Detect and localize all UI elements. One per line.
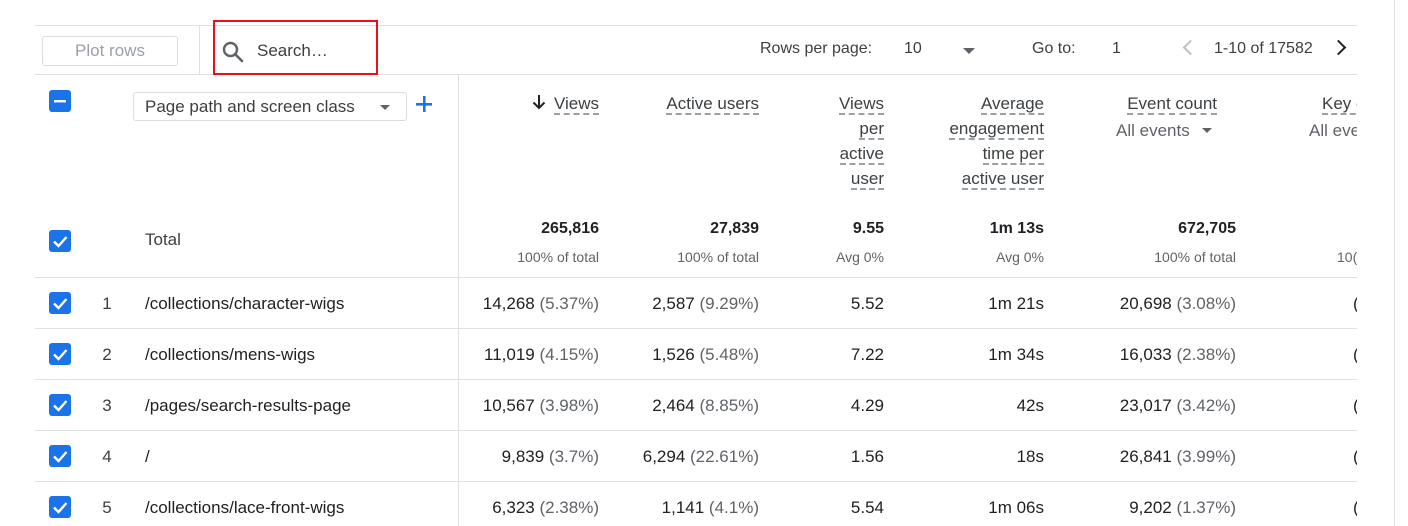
- row-event-count: 16,033 (2.38%): [1119, 345, 1236, 364]
- sort-descending-icon: [532, 95, 546, 110]
- total-views: 265,816: [541, 220, 599, 237]
- row-active-users: 2,464 (8.85%): [652, 396, 759, 415]
- row-event-count: 26,841 (3.99%): [1119, 447, 1236, 466]
- event-filter-dropdown-icon: [1202, 128, 1213, 133]
- col-header-key-events[interactable]: Key e: [1322, 91, 1357, 116]
- row-page-path: /: [145, 447, 150, 466]
- col-header-active-users[interactable]: Active users: [666, 91, 759, 116]
- total-views-sub: 100% of total: [517, 249, 599, 265]
- row-views-per-user: 4.29: [850, 396, 884, 415]
- rows-per-page-dropdown-icon[interactable]: [963, 48, 975, 54]
- total-avg-engagement-sub: Avg 0%: [996, 249, 1044, 265]
- row-page-path: /collections/mens-wigs: [145, 345, 316, 364]
- row-checkbox[interactable]: [49, 445, 71, 467]
- right-scroll-gutter: [1357, 0, 1408, 526]
- row-number: 1: [102, 294, 112, 313]
- search-input[interactable]: [257, 39, 367, 63]
- table-row[interactable]: 2 /collections/mens-wigs 11,019 (4.15%) …: [35, 329, 1357, 380]
- row-number: 5: [102, 498, 112, 517]
- total-event-count-sub: 100% of total: [1154, 249, 1236, 265]
- row-views: 10,567 (3.98%): [482, 396, 599, 415]
- row-page-path: /collections/character-wigs: [145, 294, 345, 313]
- key-events-filter-select[interactable]: All eve: [1309, 121, 1357, 141]
- dimension-select-label: Page path and screen class: [145, 97, 355, 116]
- row-views: 11,019 (4.15%): [484, 345, 599, 364]
- total-active-users-sub: 100% of total: [677, 249, 759, 265]
- next-page-icon[interactable]: [1330, 39, 1347, 56]
- total-key-events-sub: 10(: [1337, 249, 1357, 265]
- row-views-per-user: 1.56: [850, 447, 884, 466]
- select-all-checkbox[interactable]: [49, 90, 71, 112]
- row-page-path: /pages/search-results-page: [145, 396, 352, 415]
- col-header-views[interactable]: Views: [532, 91, 599, 116]
- total-event-count: 672,705: [1178, 220, 1236, 237]
- report-table: Plot rows Rows per page: 10 Go to: 1 1-1…: [35, 0, 1357, 526]
- row-views-per-user: 5.52: [850, 294, 884, 313]
- go-to-label: Go to:: [1032, 40, 1076, 57]
- row-active-users: 2,587 (9.29%): [652, 294, 759, 313]
- dimension-select[interactable]: Page path and screen class: [133, 92, 407, 121]
- total-active-users: 27,839: [710, 220, 759, 237]
- row-checkbox[interactable]: [49, 343, 71, 365]
- total-label: Total: [145, 230, 181, 249]
- go-to-input[interactable]: 1: [1112, 40, 1121, 58]
- pagination-range: 1-10 of 17582: [1214, 40, 1313, 57]
- row-number: 2: [102, 345, 112, 364]
- table-row[interactable]: 1 /collections/character-wigs 14,268 (5.…: [35, 278, 1357, 329]
- dimension-dropdown-icon: [380, 105, 390, 110]
- table-header: Page path and screen class Views Active …: [35, 75, 1357, 278]
- rows-per-page-label: Rows per page:: [760, 40, 873, 57]
- row-number: 3: [102, 396, 112, 415]
- search-icon[interactable]: [221, 40, 245, 64]
- row-views: 9,839 (3.7%): [501, 447, 599, 466]
- row-event-count: 9,202 (1.37%): [1129, 498, 1236, 517]
- total-avg-engagement: 1m 13s: [989, 220, 1044, 237]
- rows-per-page-select[interactable]: 10: [904, 40, 922, 58]
- plot-rows-button[interactable]: Plot rows: [42, 36, 178, 66]
- row-event-count: 20,698 (3.08%): [1119, 294, 1236, 313]
- row-active-users: 6,294 (22.61%): [642, 447, 759, 466]
- gutter-divider: [1394, 0, 1395, 526]
- col-header-avg-engagement-time[interactable]: Average engagement time per active user: [949, 91, 1044, 191]
- col-header-event-count[interactable]: Event count: [1127, 91, 1217, 116]
- table-toolbar: Plot rows Rows per page: 10 Go to: 1 1-1…: [35, 20, 1357, 75]
- total-views-per-user: 9.55: [852, 220, 884, 237]
- row-avg-engagement: 42s: [1016, 396, 1044, 415]
- event-count-filter-select[interactable]: All events: [1116, 121, 1213, 141]
- toolbar-divider: [199, 26, 200, 74]
- row-checkbox[interactable]: [49, 496, 71, 518]
- previous-page-icon[interactable]: [1182, 39, 1199, 56]
- table-row[interactable]: 5 /collections/lace-front-wigs 6,323 (2.…: [35, 482, 1357, 526]
- total-views-per-user-sub: Avg 0%: [836, 249, 884, 265]
- row-number: 4: [102, 447, 112, 466]
- row-avg-engagement: 1m 34s: [988, 345, 1044, 364]
- row-avg-engagement: 1m 21s: [988, 294, 1044, 313]
- row-checkbox[interactable]: [49, 394, 71, 416]
- row-views-per-user: 5.54: [850, 498, 884, 517]
- row-avg-engagement: 18s: [1016, 447, 1044, 466]
- table-row[interactable]: 3 /pages/search-results-page 10,567 (3.9…: [35, 380, 1357, 431]
- row-views: 6,323 (2.38%): [492, 498, 599, 517]
- add-dimension-icon[interactable]: [415, 95, 433, 113]
- row-views: 14,268 (5.37%): [482, 294, 599, 313]
- row-page-path: /collections/lace-front-wigs: [145, 498, 345, 517]
- col-header-views-per-active-user[interactable]: Views per active user: [838, 91, 884, 191]
- table-row[interactable]: 4 / 9,839 (3.7%) 6,294 (22.61%) 1.56 18s…: [35, 431, 1357, 482]
- row-active-users: 1,141 (4.1%): [661, 498, 759, 517]
- row-avg-engagement: 1m 06s: [988, 498, 1044, 517]
- row-checkbox[interactable]: [49, 292, 71, 314]
- row-views-per-user: 7.22: [850, 345, 884, 364]
- total-row-checkbox[interactable]: [49, 230, 71, 252]
- row-event-count: 23,017 (3.42%): [1119, 396, 1236, 415]
- row-active-users: 1,526 (5.48%): [652, 345, 759, 364]
